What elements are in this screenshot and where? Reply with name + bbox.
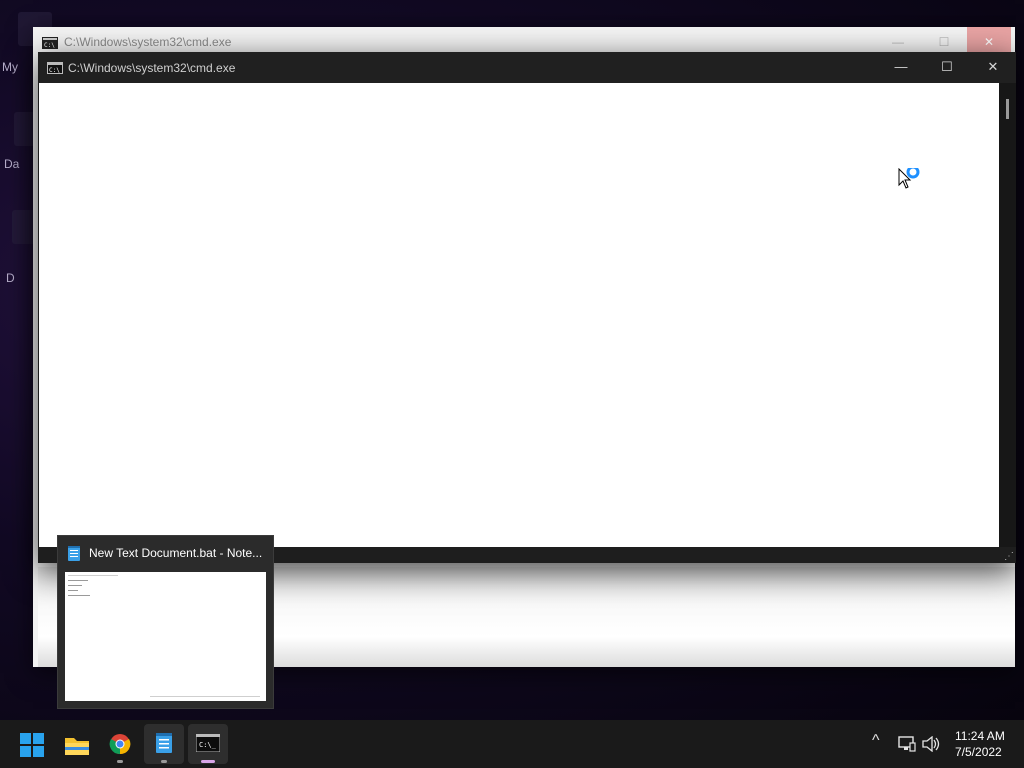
clock-time[interactable]: 11:24 AM [955, 729, 1005, 743]
svg-text:C:\_: C:\_ [199, 741, 217, 749]
notepad-icon [67, 546, 81, 567]
clock-date[interactable]: 7/5/2022 [955, 745, 1002, 759]
cmd-icon: C:\_ [195, 733, 221, 757]
network-icon[interactable] [898, 736, 916, 757]
thumbnail-text-line [68, 580, 88, 581]
notepad-icon [155, 732, 173, 759]
running-indicator [161, 760, 167, 763]
running-indicator [117, 760, 123, 763]
taskbar-thumbnail-preview[interactable]: New Text Document.bat - Note... [57, 535, 274, 709]
window-title: C:\Windows\system32\cmd.exe [64, 35, 232, 49]
active-indicator [201, 760, 215, 763]
thumbnail-text-line [68, 590, 78, 591]
command-prompt-button[interactable]: C:\_ [188, 724, 228, 764]
desktop-icon-label: D [6, 271, 15, 285]
chrome-button[interactable] [100, 724, 140, 764]
svg-text:C:\: C:\ [49, 67, 60, 74]
preview-thumbnail[interactable] [65, 572, 266, 701]
console-output-area[interactable] [39, 83, 999, 547]
svg-text:C:\: C:\ [44, 42, 55, 49]
file-explorer-button[interactable] [56, 724, 96, 764]
busy-cursor-icon [898, 165, 922, 197]
desktop-icon-label: Da [4, 157, 20, 171]
taskbar: C:\_ ^ [0, 720, 1024, 768]
scrollbar-thumb[interactable] [1006, 99, 1009, 119]
close-button[interactable]: ✕ [970, 52, 1016, 83]
volume-icon[interactable] [922, 735, 940, 757]
desktop-icon-label: My [2, 60, 18, 74]
show-hidden-icons-button[interactable]: ^ [872, 732, 880, 750]
title-bar[interactable]: C:\ C:\Windows\system32\cmd.exe — ☐ ✕ [38, 52, 1016, 83]
thumbnail-text-line [68, 595, 90, 596]
maximize-button[interactable]: ☐ [924, 52, 970, 83]
vertical-scrollbar[interactable] [999, 83, 1016, 547]
cmd-window[interactable]: C:\ C:\Windows\system32\cmd.exe — ☐ ✕ ⋰ [38, 52, 1016, 563]
chrome-icon [109, 733, 131, 760]
thumbnail-text-line [68, 585, 82, 586]
cmd-icon: C:\ [47, 61, 63, 79]
folder-icon [64, 734, 90, 761]
start-button[interactable] [12, 724, 52, 764]
resize-grip-icon[interactable]: ⋰ [1004, 551, 1014, 562]
thumbnail-menu-line [68, 575, 118, 576]
preview-title: New Text Document.bat - Note... [89, 546, 263, 560]
windows-logo-icon [20, 733, 44, 762]
notepad-button[interactable] [144, 724, 184, 764]
minimize-button[interactable]: — [878, 52, 924, 83]
window-title: C:\Windows\system32\cmd.exe [68, 61, 236, 75]
thumbnail-status-line [150, 696, 260, 697]
